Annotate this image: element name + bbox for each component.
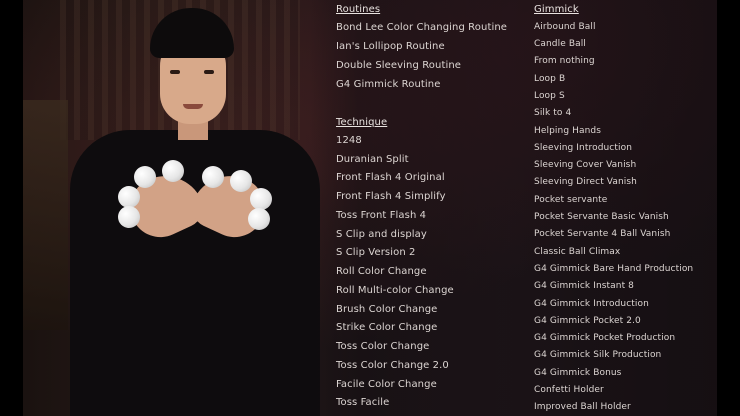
list-item: Facile Color Change	[336, 379, 437, 390]
list-item: Pocket servante	[534, 195, 608, 205]
list-item: G4 Gimmick Silk Production	[534, 350, 662, 360]
letterbox-left	[0, 0, 23, 416]
list-item: Sleeving Cover Vanish	[534, 160, 637, 170]
list-item: Toss Color Change	[336, 341, 430, 352]
gimmick-heading: Gimmick	[534, 4, 579, 15]
list-item: Improved Ball Holder	[534, 402, 631, 412]
list-item: G4 Gimmick Routine	[336, 79, 441, 90]
ball	[250, 188, 272, 210]
performer-mouth	[183, 104, 203, 109]
performer-eye-right	[204, 70, 214, 74]
list-item: Toss Facile	[336, 397, 390, 408]
list-item: Sleeving Introduction	[534, 143, 632, 153]
list-item: Candle Ball	[534, 39, 586, 49]
list-item: Toss Front Flash 4	[336, 210, 427, 221]
list-item: Roll Color Change	[336, 266, 427, 277]
ball	[134, 166, 156, 188]
list-item: Bond Lee Color Changing Routine	[336, 22, 508, 33]
performer	[70, 0, 320, 416]
performer-hair	[150, 8, 234, 58]
video-frame: Routines Bond Lee Color Changing Routine…	[0, 0, 740, 416]
list-item: G4 Gimmick Instant 8	[534, 281, 635, 291]
list-item: Loop S	[534, 91, 565, 101]
list-item: Strike Color Change	[336, 322, 438, 333]
list-item: G4 Gimmick Bonus	[534, 368, 622, 378]
ball	[118, 186, 140, 208]
list-item: Classic Ball Climax	[534, 247, 621, 257]
routines-heading: Routines	[336, 4, 381, 15]
list-item: Front Flash 4 Simplify	[336, 191, 446, 202]
list-item: Helping Hands	[534, 126, 601, 136]
list-item: Confetti Holder	[534, 385, 604, 395]
list-item: From nothing	[534, 56, 595, 66]
list-item: Airbound Ball	[534, 22, 596, 32]
ball	[162, 160, 184, 182]
list-item: Pocket Servante Basic Vanish	[534, 212, 669, 222]
list-item: Silk to 4	[534, 108, 572, 118]
list-item: Ian's Lollipop Routine	[336, 41, 445, 52]
list-item: Roll Multi-color Change	[336, 285, 454, 296]
list-item: Brush Color Change	[336, 304, 438, 315]
performer-body	[70, 130, 320, 416]
list-item: G4 Gimmick Pocket 2.0	[534, 316, 641, 326]
list-item: S Clip and display	[336, 229, 427, 240]
list-item: Duranian Split	[336, 154, 409, 165]
list-item: S Clip Version 2	[336, 247, 416, 258]
list-item: Double Sleeving Routine	[336, 60, 462, 71]
letterbox-right	[717, 0, 740, 416]
ball	[248, 208, 270, 230]
list-item: Sleeving Direct Vanish	[534, 177, 637, 187]
list-item: 1248	[336, 135, 362, 146]
list-item: G4 Gimmick Pocket Production	[534, 333, 676, 343]
list-item: G4 Gimmick Bare Hand Production	[534, 264, 694, 274]
ball	[230, 170, 252, 192]
list-item: Loop B	[534, 74, 566, 84]
list-item: G4 Gimmick Introduction	[534, 299, 649, 309]
technique-heading: Technique	[336, 117, 388, 128]
list-item: Pocket Servante 4 Ball Vanish	[534, 229, 671, 239]
list-item: Front Flash 4 Original	[336, 172, 445, 183]
performer-eye-left	[170, 70, 180, 74]
ball	[118, 206, 140, 228]
background-shelf	[23, 100, 68, 330]
list-item: Toss Color Change 2.0	[336, 360, 449, 371]
ball	[202, 166, 224, 188]
